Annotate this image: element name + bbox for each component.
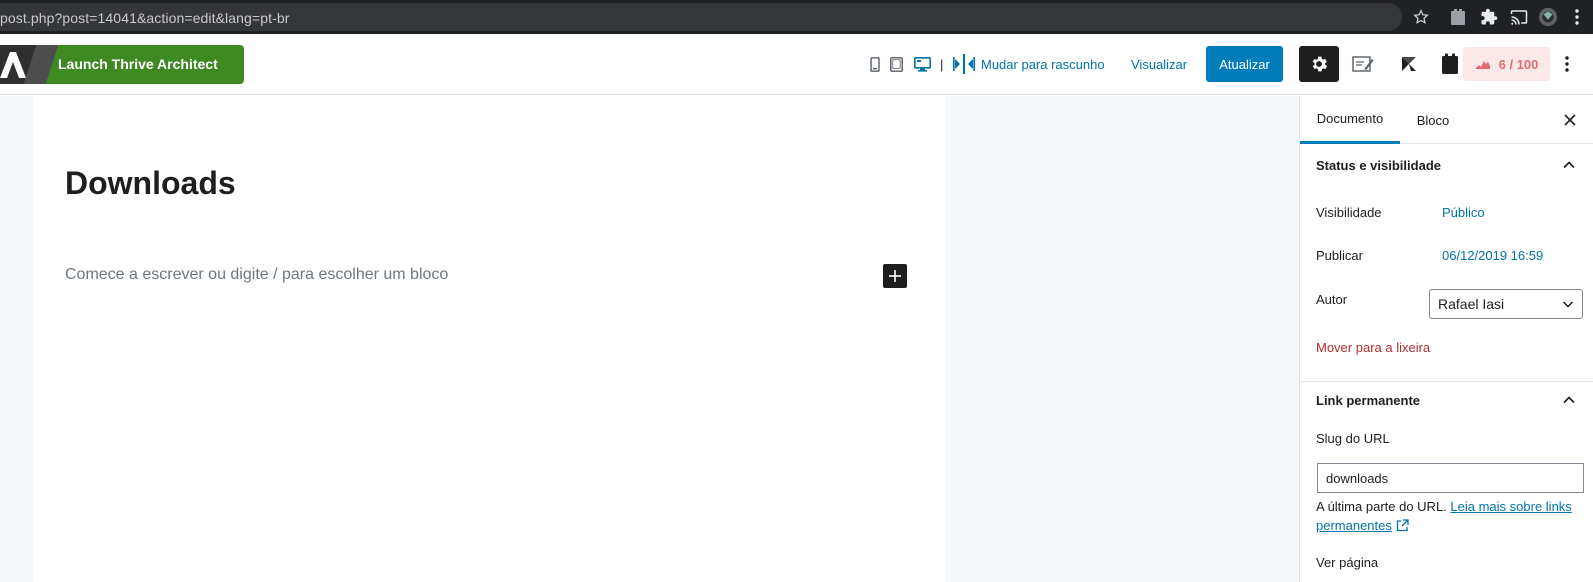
- permalink-panel-title[interactable]: Link permanente: [1316, 393, 1420, 408]
- profile-avatar-icon[interactable]: [1538, 7, 1558, 27]
- move-to-trash-link[interactable]: Mover para a lixeira: [1316, 340, 1430, 355]
- post-title[interactable]: Downloads: [65, 165, 236, 202]
- status-panel-title[interactable]: Status e visibilidade: [1316, 158, 1441, 173]
- external-link-icon: [1396, 519, 1409, 532]
- extension-icon[interactable]: [1479, 7, 1499, 27]
- star-icon[interactable]: [1411, 7, 1431, 27]
- chrome-menu-icon[interactable]: [1567, 7, 1587, 27]
- extension-puzzle-icon[interactable]: [1448, 7, 1468, 27]
- browser-toolbar: post.php?post=14041&action=edit&lang=pt-…: [0, 0, 1593, 34]
- visibility-label: Visibilidade: [1316, 205, 1382, 220]
- more-tools-menu-icon[interactable]: [1560, 52, 1574, 76]
- publish-date-link[interactable]: 06/12/2019 16:59: [1442, 248, 1543, 263]
- editor-toolbar: Launch Thrive Architect | Mudar para ras…: [0, 34, 1593, 95]
- visibility-value-link[interactable]: Público: [1442, 205, 1485, 220]
- preview-button[interactable]: Visualizar: [1131, 57, 1187, 72]
- tab-block[interactable]: Bloco: [1400, 96, 1466, 144]
- plugin-k-icon[interactable]: [1397, 52, 1421, 76]
- slug-input[interactable]: downloads: [1317, 463, 1584, 493]
- chevron-up-icon[interactable]: [1562, 393, 1576, 407]
- seo-score-icon: [1475, 61, 1490, 69]
- tab-document-label: Documento: [1316, 111, 1384, 126]
- switch-to-draft-icon: [953, 54, 975, 74]
- tablet-preview-icon[interactable]: [890, 55, 903, 73]
- address-bar[interactable]: post.php?post=14041&action=edit&lang=pt-…: [0, 3, 1402, 31]
- panel-divider: [1300, 381, 1593, 382]
- mobile-preview-icon[interactable]: [870, 55, 880, 73]
- slug-label: Slug do URL: [1316, 431, 1390, 446]
- settings-sidebar: Documento Bloco Status e visibilidade Vi…: [1299, 96, 1593, 582]
- tab-document[interactable]: Documento: [1300, 96, 1400, 144]
- block-placeholder[interactable]: Comece a escrever ou digite / para escol…: [65, 266, 448, 284]
- address-bar-url[interactable]: post.php?post=14041&action=edit&lang=pt-…: [0, 10, 289, 26]
- clipboard-icon[interactable]: [1438, 52, 1462, 76]
- author-select[interactable]: Rafael Iasi: [1429, 289, 1583, 319]
- settings-button[interactable]: [1299, 46, 1339, 82]
- tab-block-label: Bloco: [1416, 112, 1450, 128]
- toolbar-separator: |: [940, 57, 944, 72]
- cast-icon[interactable]: [1509, 7, 1529, 27]
- launch-thrive-architect-button[interactable]: Launch Thrive Architect: [0, 45, 244, 84]
- chevron-up-icon[interactable]: [1562, 158, 1576, 172]
- add-block-button[interactable]: [883, 264, 907, 288]
- author-select-value: Rafael Iasi: [1438, 296, 1505, 312]
- chevron-down-icon: [1562, 301, 1574, 308]
- close-icon[interactable]: [1560, 110, 1580, 130]
- edit-html-icon[interactable]: [1351, 52, 1375, 76]
- view-page-label: Ver página: [1316, 555, 1379, 570]
- switch-to-draft-button[interactable]: Mudar para rascunho: [953, 54, 1105, 74]
- gear-icon: [1312, 56, 1328, 72]
- sidebar-tabs: Documento Bloco: [1300, 96, 1593, 144]
- slug-help-text: A última parte do URL. Leia mais sobre l…: [1316, 497, 1586, 535]
- update-button-label: Atualizar: [1219, 56, 1270, 72]
- update-button[interactable]: Atualizar: [1206, 46, 1283, 82]
- slug-input-value: downloads: [1326, 470, 1389, 486]
- switch-to-draft-label: Mudar para rascunho: [981, 56, 1105, 72]
- thrive-button-label: Launch Thrive Architect: [58, 56, 218, 72]
- publish-label: Publicar: [1316, 248, 1363, 263]
- plus-icon: [889, 270, 901, 282]
- author-label: Autor: [1316, 292, 1348, 307]
- desktop-preview-icon[interactable]: [914, 55, 931, 73]
- seo-score-value: 6 / 100: [1498, 56, 1539, 72]
- slug-help-static: A última parte do URL.: [1316, 499, 1451, 514]
- seo-score-badge[interactable]: 6 / 100: [1463, 47, 1550, 81]
